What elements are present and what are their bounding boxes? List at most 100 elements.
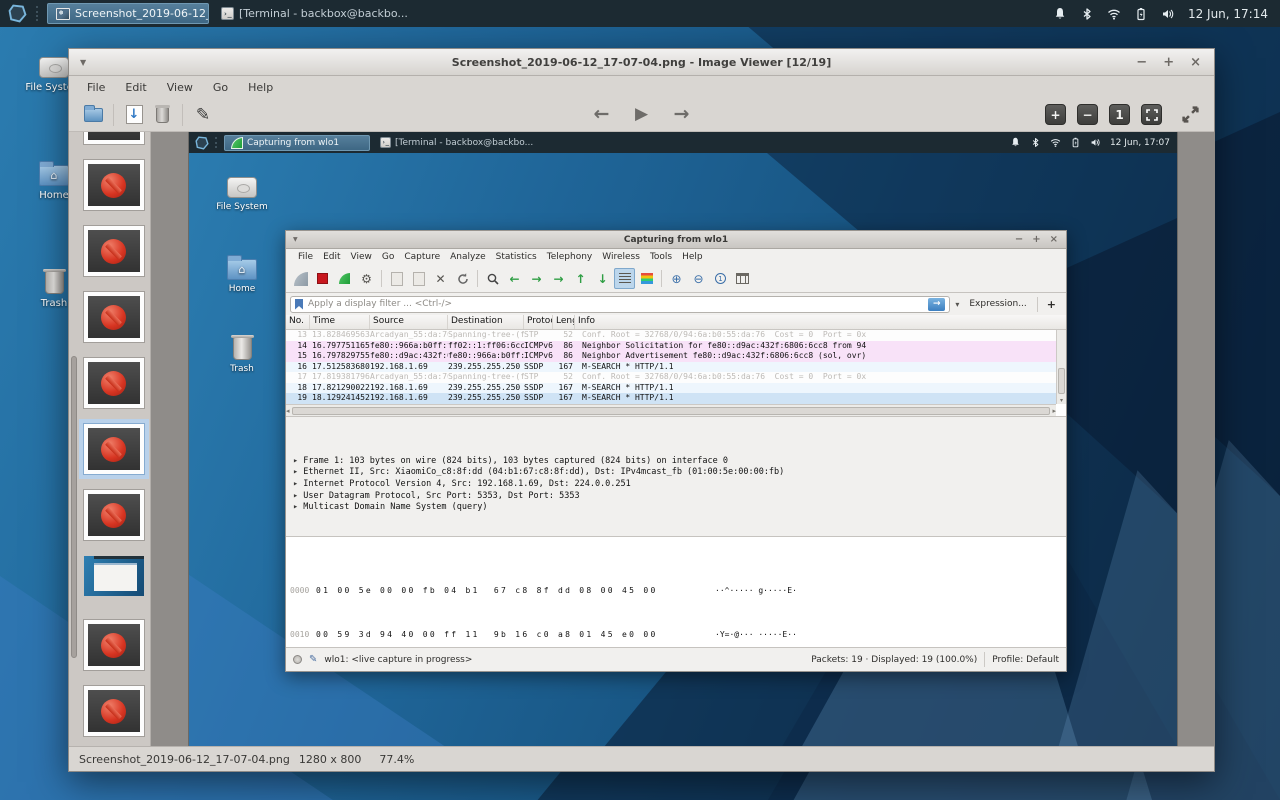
- open-file-button: [386, 268, 407, 289]
- reload-button: [452, 268, 473, 289]
- display-filter-input[interactable]: Apply a display filter ... <Ctrl-/> →: [290, 296, 950, 313]
- applications-menu-icon[interactable]: [8, 4, 27, 23]
- thumbnail[interactable]: [83, 225, 145, 277]
- up-arrow-icon: ↑: [575, 273, 585, 285]
- taskbar-button-terminal[interactable]: ›_ [Terminal - backbox@backbo...: [213, 3, 416, 24]
- packet-details-pane: Frame 1: 103 bytes on wire (824 bits), 1…: [286, 416, 1066, 536]
- packet-row[interactable]: 16 17.512583680 192.168.1.69 239.255.255…: [286, 362, 1066, 373]
- menu-item: Help: [677, 252, 708, 262]
- packet-detail-row[interactable]: Internet Protocol Version 4, Src: 192.16…: [293, 479, 1066, 491]
- clock[interactable]: 12 Jun, 17:14: [1188, 7, 1268, 21]
- thumbnail[interactable]: [83, 489, 145, 541]
- thumbnail[interactable]: [83, 357, 145, 409]
- thumbnail[interactable]: [83, 132, 145, 145]
- broken-thumbnail-icon: [101, 371, 126, 396]
- image-viewer-icon: [56, 8, 70, 20]
- scroll-down-icon: ▾: [1057, 397, 1066, 404]
- maximize-button[interactable]: +: [1163, 55, 1174, 70]
- find-packet-button: [482, 268, 503, 289]
- thumbnail[interactable]: [83, 555, 145, 597]
- terminal-icon: ›_: [380, 137, 391, 148]
- profile-text[interactable]: Profile: Default: [992, 655, 1059, 665]
- broken-thumbnail-icon: [101, 437, 126, 462]
- menu-item[interactable]: View: [157, 81, 203, 94]
- save-icon: ↓: [126, 105, 143, 124]
- menu-item[interactable]: File: [77, 81, 115, 94]
- expert-info-icon[interactable]: ✎: [309, 655, 317, 665]
- volume-icon[interactable]: [1161, 7, 1175, 21]
- packet-detail-row[interactable]: User Datagram Protocol, Src Port: 5353, …: [293, 491, 1066, 503]
- scroll-right-icon: ▸: [1052, 407, 1056, 415]
- wifi-icon[interactable]: [1107, 7, 1121, 21]
- menu-item[interactable]: Edit: [115, 81, 156, 94]
- close-button[interactable]: ×: [1190, 55, 1201, 70]
- broken-thumbnail-icon: [101, 305, 126, 330]
- auto-scroll-icon: [619, 273, 631, 284]
- taskbar-button-label: [Terminal - backbox@backbo...: [239, 7, 408, 20]
- thumbnail[interactable]: [83, 291, 145, 343]
- delete-button[interactable]: [148, 101, 176, 128]
- reload-icon: [456, 272, 470, 286]
- window-menu-icon[interactable]: ▼: [69, 58, 86, 67]
- packet-detail-row[interactable]: Ethernet II, Src: XiaomiCo_c8:8f:dd (04:…: [293, 467, 1066, 479]
- packet-row[interactable]: 13 13.828469563 Arcadyan_55:da:76 Spanni…: [286, 330, 1066, 341]
- packet-row[interactable]: 15 16.797829755 fe80::d9ac:432f:680… fe8…: [286, 351, 1066, 362]
- house-icon: ⌂: [51, 169, 58, 182]
- save-copy-button[interactable]: ↓: [120, 101, 148, 128]
- minimize-button[interactable]: −: [1136, 55, 1147, 70]
- thumbnail[interactable]: [83, 619, 145, 671]
- viewer-titlebar[interactable]: ▼ Screenshot_2019-06-12_17-07-04.png - I…: [69, 49, 1214, 76]
- magnifier-icon: [486, 272, 500, 286]
- fullscreen-button[interactable]: [1176, 101, 1204, 128]
- edit-button[interactable]: ✎: [189, 101, 217, 128]
- restart-capture-button: [334, 268, 355, 289]
- status-filename: Screenshot_2019-06-12_17-07-04.png: [79, 753, 290, 766]
- home-folder-icon: ⌂: [39, 165, 69, 186]
- open-button[interactable]: [79, 101, 107, 128]
- stop-capture-button: [312, 268, 333, 289]
- zoom-100-button[interactable]: 1: [1109, 104, 1130, 125]
- hex-row[interactable]: 001000 59 3d 94 40 00 ff 11 9b 16 c0 a8 …: [290, 629, 1066, 640]
- colorize-button: [636, 268, 657, 289]
- image-display-area: Capturing from wlo1 ›_ [Terminal - backb…: [151, 132, 1214, 746]
- zoom-in-button: ⊕: [666, 268, 687, 289]
- vertical-scrollbar[interactable]: ▾: [1056, 330, 1066, 404]
- thumbnail[interactable]: [83, 423, 145, 475]
- go-forward-button: →: [526, 268, 547, 289]
- capture-options-button: ⚙: [356, 268, 377, 289]
- thumbnail[interactable]: [83, 685, 145, 737]
- notifications-icon[interactable]: [1053, 7, 1067, 21]
- bluetooth-icon: [1030, 137, 1041, 148]
- gear-icon: ⚙: [361, 273, 372, 285]
- bluetooth-icon[interactable]: [1080, 7, 1094, 21]
- thumbnail[interactable]: [83, 159, 145, 211]
- play-icon: ▶: [635, 101, 648, 128]
- wireshark-menubar: FileEditViewGoCaptureAnalyzeStatisticsTe…: [286, 249, 1066, 265]
- hex-row[interactable]: 000001 00 5e 00 00 fb 04 b1 67 c8 8f dd …: [290, 585, 1066, 596]
- packet-row[interactable]: 18 17.821290022 192.168.1.69 239.255.255…: [286, 383, 1066, 394]
- menu-item[interactable]: Go: [203, 81, 238, 94]
- next-image-button[interactable]: →: [668, 101, 696, 128]
- packet-detail-row[interactable]: Multicast Domain Name System (query): [293, 502, 1066, 514]
- packet-row[interactable]: 19 18.129241452 192.168.1.69 239.255.255…: [286, 393, 1066, 404]
- menu-item[interactable]: Help: [238, 81, 283, 94]
- packet-row[interactable]: 17 17.819381796 Arcadyan_55:da:76 Spanni…: [286, 372, 1066, 383]
- taskbar-button-label: Screenshot_2019-06-12_17-...: [75, 7, 209, 20]
- slideshow-button[interactable]: ▶: [628, 101, 656, 128]
- previous-image-button[interactable]: ←: [588, 101, 616, 128]
- taskbar-button-image-viewer[interactable]: Screenshot_2019-06-12_17-...: [47, 3, 209, 24]
- zoom-in-button[interactable]: +: [1045, 104, 1066, 125]
- zoom-out-button[interactable]: −: [1077, 104, 1098, 125]
- menu-item: Tools: [645, 252, 677, 262]
- viewer-statusbar: Screenshot_2019-06-12_17-07-04.png 1280 …: [69, 746, 1214, 771]
- packet-row[interactable]: 14 16.797751165 fe80::966a:b0ff:fe5… ff0…: [286, 341, 1066, 352]
- battery-icon[interactable]: [1134, 7, 1148, 21]
- horizontal-scrollbar[interactable]: ◂ ▸: [286, 404, 1056, 416]
- inner-top-panel: Capturing from wlo1 ›_ [Terminal - backb…: [189, 132, 1177, 153]
- packet-detail-row[interactable]: Frame 1: 103 bytes on wire (824 bits), 1…: [293, 456, 1066, 468]
- filter-placeholder: Apply a display filter ... <Ctrl-/>: [308, 299, 452, 309]
- zoom-fit-button[interactable]: [1141, 104, 1162, 125]
- sidebar-scrollbar[interactable]: [71, 356, 77, 658]
- fullscreen-icon: [1181, 105, 1200, 124]
- viewer-menubar: FileEditViewGoHelp: [69, 76, 1214, 98]
